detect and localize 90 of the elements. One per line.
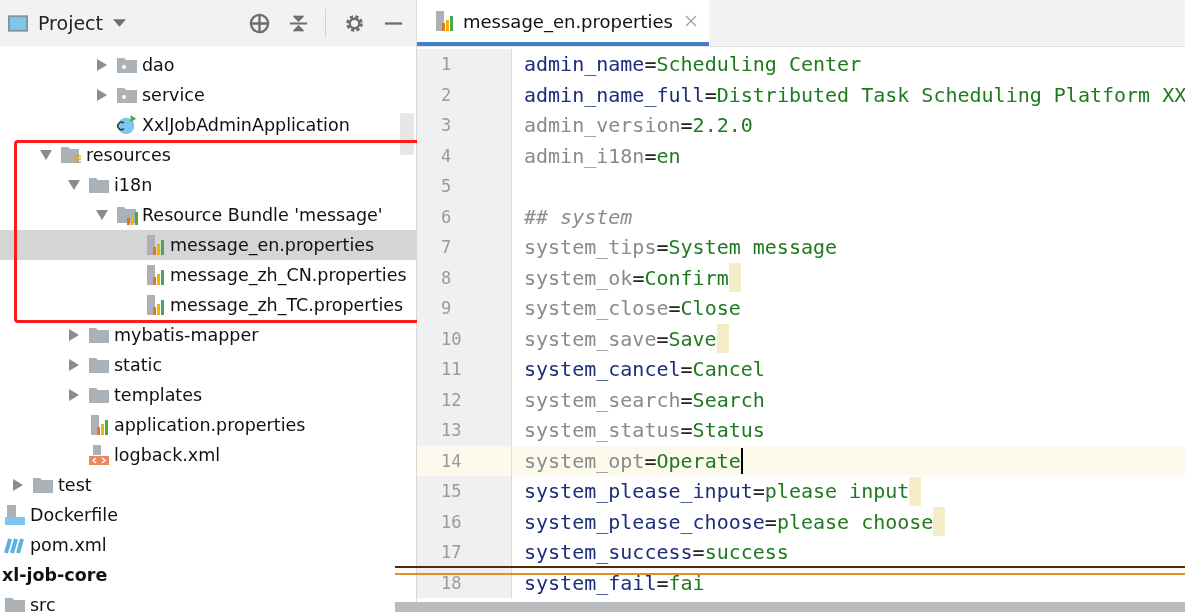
collapsed-arrow-icon[interactable] [12, 479, 24, 491]
collapsed-arrow-icon[interactable] [68, 359, 80, 371]
window-icon [8, 14, 28, 32]
panel-title[interactable]: Project [38, 12, 103, 34]
expanded-arrow-icon[interactable] [40, 149, 52, 161]
line-number: 8 [441, 267, 452, 288]
line-number: 16 [441, 511, 462, 532]
code-line: system_search=Search [524, 387, 765, 412]
line-number: 15 [441, 481, 462, 502]
scrollbar-thumb[interactable] [400, 113, 414, 155]
tree-item[interactable]: Dockerfile [30, 505, 118, 525]
collapse-all-icon[interactable] [288, 12, 309, 34]
code-line: system_please_input=please input [524, 479, 910, 504]
line-number: 11 [441, 359, 462, 380]
folder-icon [88, 385, 110, 405]
tree-item[interactable]: xl-job-core [2, 565, 108, 585]
code-comment: ## system [524, 204, 633, 229]
code-line: system_please_choose=please choose [524, 509, 934, 534]
tree-item[interactable]: i18n [114, 175, 153, 195]
expanded-arrow-icon[interactable] [96, 209, 108, 221]
collapsed-arrow-icon[interactable] [68, 329, 80, 341]
tree-item[interactable]: pom.xml [30, 535, 107, 555]
tree-item[interactable]: mybatis-mapper [114, 325, 259, 345]
tree-item[interactable]: logback.xml [114, 445, 221, 465]
line-number: 6 [441, 206, 452, 227]
close-icon[interactable] [684, 15, 697, 27]
line-number: 4 [441, 145, 452, 166]
code-line: system_success=success [524, 540, 789, 565]
code-line: system_opt=Operate [524, 448, 741, 473]
properties-file-icon [144, 295, 166, 315]
tree-item[interactable]: message_zh_TC.properties [170, 295, 404, 315]
line-number: 3 [441, 115, 452, 136]
line-number: 13 [441, 420, 462, 441]
line-number: 1 [441, 54, 452, 75]
tree-item[interactable]: dao [142, 55, 175, 75]
tree-item[interactable]: XxlJobAdminApplication [142, 115, 350, 135]
code-line: admin_i18n=en [524, 143, 681, 168]
line-number: 2 [441, 84, 452, 105]
tree-item[interactable]: src [30, 595, 56, 612]
code-line: system_fail=fai [524, 570, 705, 595]
tree-item[interactable]: test [58, 475, 92, 495]
bundle-folder-icon [116, 205, 138, 225]
line-number: 12 [441, 389, 462, 410]
tree-item[interactable]: resources [86, 145, 171, 165]
tree-item[interactable]: static [114, 355, 163, 375]
line-number: 10 [441, 328, 462, 349]
code-line: admin_version=2.2.0 [524, 113, 753, 138]
code-line: system_save=Save [524, 326, 717, 351]
folder-icon [32, 475, 54, 495]
folder-icon [88, 325, 110, 345]
line-number: 17 [441, 542, 462, 563]
collapsed-arrow-icon[interactable] [96, 59, 108, 71]
collapsed-arrow-icon[interactable] [68, 389, 80, 401]
resources-folder-icon [60, 145, 82, 165]
collapsed-arrow-icon[interactable] [96, 89, 108, 101]
line-number: 14 [441, 450, 462, 471]
code-line: system_ok=Confirm [524, 265, 729, 290]
properties-file-icon [88, 415, 110, 435]
code-line: system_tips=System message [524, 235, 838, 260]
editor-tab[interactable]: message_en.properties [417, 0, 709, 46]
crosshair-icon[interactable] [249, 12, 270, 34]
expanded-arrow-icon[interactable] [68, 179, 80, 191]
tree-item[interactable]: service [142, 85, 205, 105]
line-number: 18 [441, 572, 462, 593]
properties-file-icon [433, 11, 455, 31]
code-line: system_status=Status [524, 418, 765, 443]
xml-file-icon [88, 445, 110, 465]
horizontal-scrollbar[interactable] [395, 602, 1185, 612]
properties-file-icon [144, 235, 166, 255]
dropdown-caret-icon[interactable] [113, 19, 126, 27]
java-class-icon [116, 115, 138, 135]
tree-item[interactable]: message_zh_CN.properties [170, 265, 407, 285]
code-line: system_close=Close [524, 296, 741, 321]
folder-icon [88, 355, 110, 375]
code-line: system_cancel=Cancel [524, 357, 765, 382]
settings-icon[interactable] [344, 12, 365, 34]
line-number: 7 [441, 237, 452, 258]
text-cursor [740, 447, 743, 474]
properties-file-icon [144, 265, 166, 285]
line-number: 9 [441, 298, 452, 319]
file-icon [4, 505, 26, 525]
tree-item[interactable]: Resource Bundle 'message' [142, 205, 383, 225]
folder-icon [4, 595, 26, 612]
code-line: admin_name=Scheduling Center [524, 52, 862, 77]
package-icon [116, 85, 138, 105]
tree-item[interactable]: templates [114, 385, 203, 405]
package-icon [116, 55, 138, 75]
tree-item[interactable]: application.properties [114, 415, 306, 435]
folder-icon [88, 175, 110, 195]
line-number: 5 [441, 176, 452, 197]
